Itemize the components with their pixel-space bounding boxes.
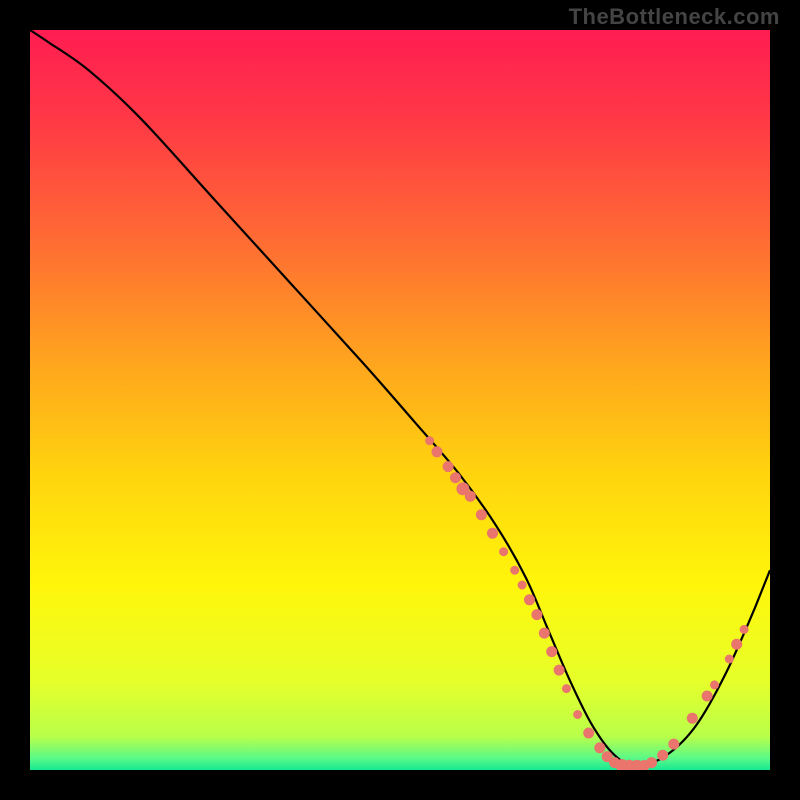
data-marker (518, 581, 526, 589)
data-marker (584, 728, 594, 738)
data-marker (532, 610, 542, 620)
data-marker (574, 711, 582, 719)
data-marker (476, 510, 486, 520)
data-marker (711, 681, 719, 689)
data-marker (563, 685, 571, 693)
data-marker (658, 750, 668, 760)
data-marker (725, 655, 733, 663)
data-marker (525, 595, 535, 605)
chart-frame: TheBottleneck.com (0, 0, 800, 800)
bottleneck-chart (0, 0, 800, 800)
data-marker (465, 491, 475, 501)
data-marker (432, 447, 442, 457)
data-marker (511, 566, 519, 574)
data-marker (539, 628, 549, 638)
data-marker (647, 758, 657, 768)
data-marker (451, 473, 461, 483)
data-marker (687, 713, 697, 723)
gradient-background (30, 30, 770, 770)
data-marker (547, 647, 557, 657)
data-marker (426, 437, 434, 445)
data-marker (669, 739, 679, 749)
data-marker (732, 639, 742, 649)
data-marker (740, 625, 748, 633)
data-marker (702, 691, 712, 701)
data-marker (488, 528, 498, 538)
data-marker (554, 665, 564, 675)
data-marker (500, 548, 508, 556)
data-marker (443, 462, 453, 472)
data-marker (595, 743, 605, 753)
